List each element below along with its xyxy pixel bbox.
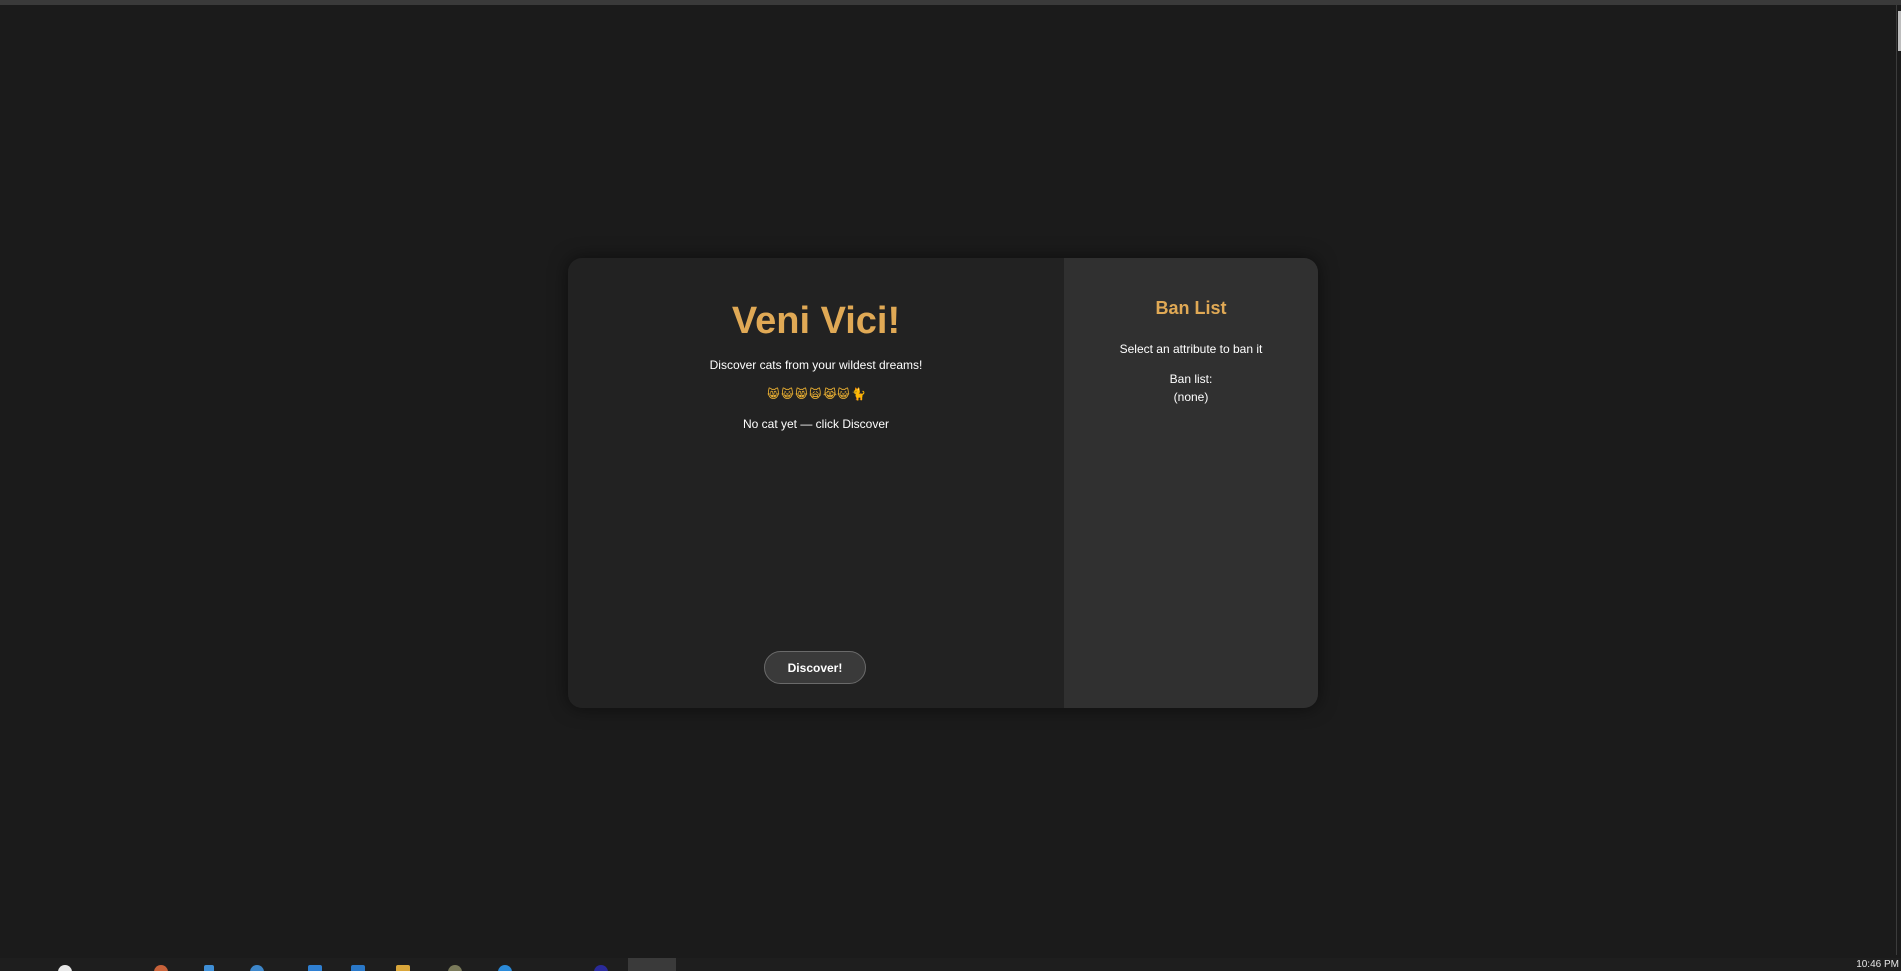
cat-emoji: 😹 — [823, 387, 840, 401]
start-icon[interactable] — [58, 965, 72, 971]
vscode-icon[interactable] — [351, 965, 365, 971]
cat-emoji: 😸 — [767, 387, 782, 401]
ban-list-title: Ban List — [1155, 298, 1227, 318]
taskbar: 10:46 PM — [0, 958, 1901, 971]
app-card: Veni Vici! Discover cats from your wilde… — [568, 258, 1318, 708]
ban-list-hint: Select an attribute to ban it — [1119, 342, 1263, 356]
edge-icon[interactable] — [250, 965, 264, 971]
discover-panel: Veni Vici! Discover cats from your wilde… — [568, 258, 1064, 708]
browser-icon[interactable] — [154, 965, 168, 971]
terminal-icon[interactable] — [594, 965, 608, 971]
browser-top-strip — [0, 0, 1901, 5]
cat-emoji: 🙀 — [809, 387, 824, 401]
page-scrollbar[interactable] — [1896, 5, 1901, 955]
cat-emoji-row: 😸😺😸🙀😹😺🐈 — [568, 387, 1064, 401]
folder-icon[interactable] — [396, 965, 410, 971]
ban-list-panel: Ban List Select an attribute to ban it B… — [1064, 258, 1318, 708]
page-subtitle: Discover cats from your wildest dreams! — [709, 358, 923, 372]
settings-icon[interactable] — [448, 965, 462, 971]
page-title: Veni Vici! — [731, 300, 901, 342]
cat-emoji: 😺 — [781, 387, 796, 401]
ban-list-label: Ban list: — [1169, 372, 1213, 386]
discover-button[interactable]: Discover! — [764, 651, 866, 684]
cat-emoji: 🐈 — [851, 387, 868, 401]
active-taskbar-item[interactable] — [628, 958, 676, 971]
app-icon[interactable] — [308, 965, 322, 971]
taskbar-clock: 10:46 PM — [1856, 959, 1899, 970]
chrome-icon[interactable] — [498, 965, 512, 971]
cat-emoji: 😺 — [837, 387, 852, 401]
ban-list-value: (none) — [1173, 390, 1209, 404]
cat-status-text: No cat yet — click Discover — [742, 417, 890, 431]
file-icon[interactable] — [204, 965, 214, 971]
cat-emoji: 😸 — [795, 387, 810, 401]
